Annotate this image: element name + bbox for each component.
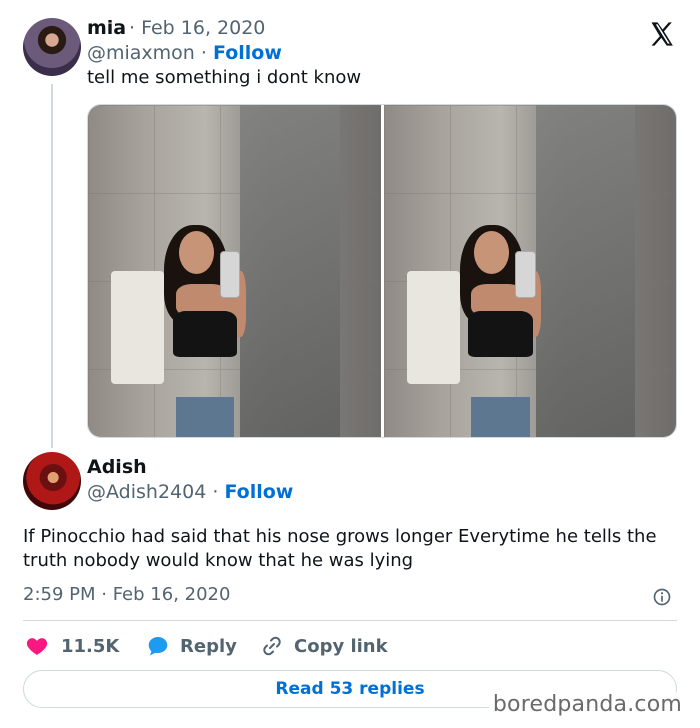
actions-divider [23, 620, 677, 621]
link-icon [263, 636, 281, 656]
tweet-date: · Feb 16, 2020 [129, 17, 265, 39]
reply-label: Reply [180, 635, 237, 657]
follow-button[interactable]: Follow [213, 42, 282, 64]
reply-text-line-2: truth nobody would know that he was lyin… [23, 550, 414, 571]
separator-dot: · [194, 42, 213, 64]
reply-timestamp[interactable]: 2:59 PM · Feb 16, 2020 [23, 584, 230, 605]
tweet-date-text: Feb 16, 2020 [141, 17, 266, 39]
reply-button[interactable]: Reply [146, 632, 237, 660]
tweet-text: tell me something i dont know [87, 67, 362, 88]
tweet-photo-1[interactable] [88, 105, 381, 437]
author-avatar[interactable] [23, 18, 81, 76]
thread-line [51, 84, 53, 448]
reply-follow-button[interactable]: Follow [224, 481, 293, 503]
reply-author-avatar[interactable] [23, 452, 81, 510]
reply-author-name[interactable]: Adish [87, 456, 147, 478]
like-count: 11.5K [61, 635, 120, 657]
separator-dot: · [129, 17, 142, 39]
author-handle-row: @miaxmon · Follow [87, 42, 282, 64]
like-button[interactable]: 11.5K [25, 632, 119, 660]
watermark: boredpanda.com [488, 692, 686, 717]
author-handle[interactable]: @miaxmon [87, 42, 195, 64]
info-icon[interactable] [652, 587, 672, 607]
x-logo-icon[interactable] [648, 20, 676, 48]
copy-link-button[interactable]: Copy link [260, 632, 388, 660]
reply-bubble-icon [148, 637, 168, 656]
reply-text-line-1: If Pinocchio had said that his nose grow… [23, 526, 657, 547]
reply-author-handle[interactable]: @Adish2404 [87, 481, 206, 503]
tweet-photo-2[interactable] [383, 105, 676, 437]
author-name[interactable]: mia [87, 17, 126, 39]
copy-link-label: Copy link [294, 635, 388, 657]
tweet-media[interactable] [87, 104, 677, 438]
reply-handle-row: @Adish2404 · Follow [87, 481, 293, 503]
separator-dot: · [206, 481, 225, 503]
heart-icon [26, 638, 48, 655]
